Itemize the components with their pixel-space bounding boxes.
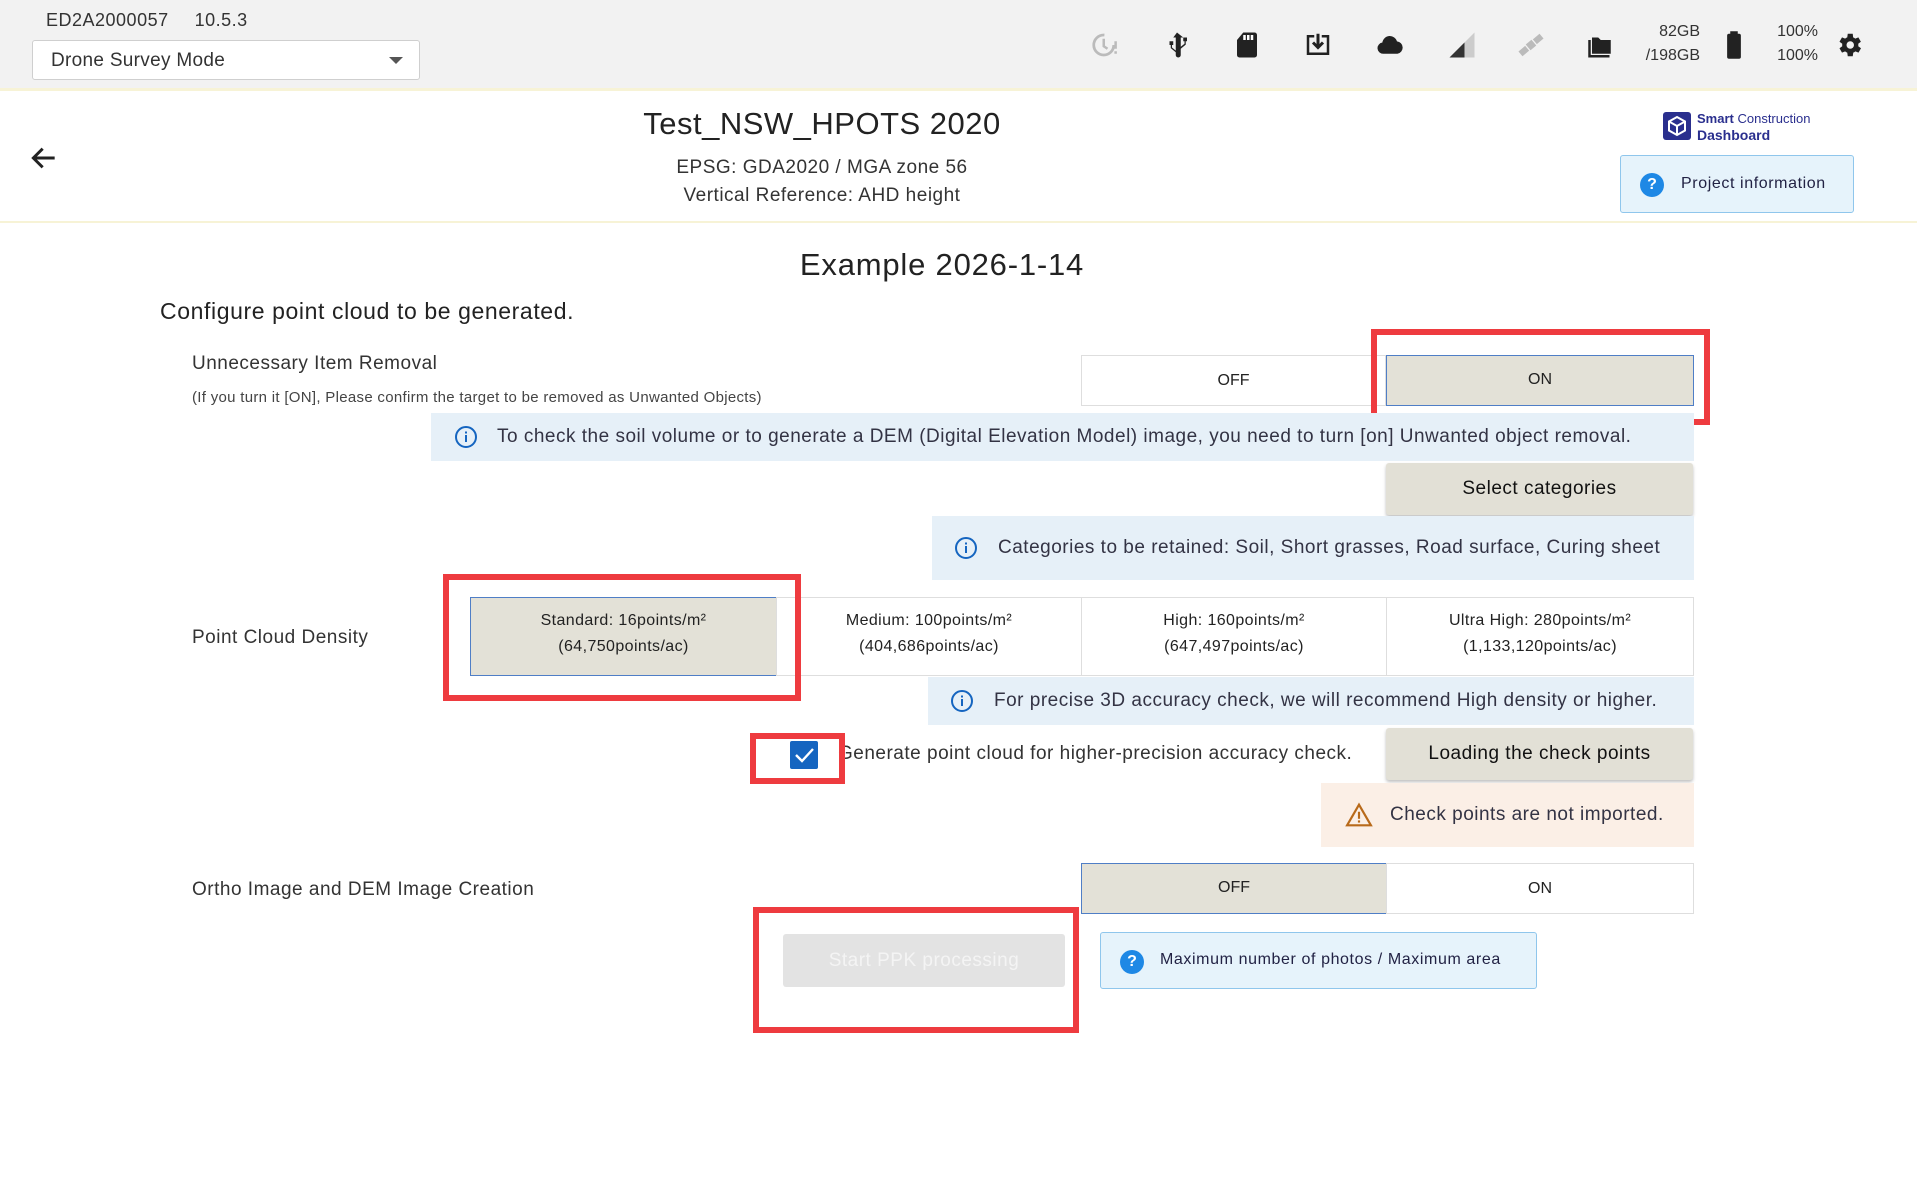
warning-icon — [1345, 802, 1373, 827]
density-info-bar: For precise 3D accuracy check, we will r… — [928, 677, 1694, 725]
accuracy-check-label: Generate point cloud for higher-precisio… — [838, 743, 1353, 764]
ortho-on-button[interactable]: ON — [1386, 863, 1694, 914]
item-removal-off-label: OFF — [1217, 372, 1250, 389]
categories-info-bar: Categories to be retained: Soil, Short g… — [932, 516, 1694, 580]
density-option-line1: Medium: 100points/m² — [845, 612, 1013, 629]
select-categories-button[interactable]: Select categories — [1386, 463, 1693, 515]
device-info: ED2A2000057 10.5.3 — [46, 10, 274, 31]
density-option-line2: (647,497points/ac) — [1164, 638, 1304, 655]
logo-line-1: Smart Construction — [1697, 111, 1810, 126]
download-icon[interactable] — [1301, 28, 1335, 62]
max-photos-info-button[interactable]: ? Maximum number of photos / Maximum are… — [1100, 932, 1537, 989]
density-option-medium[interactable]: Medium: 100points/m² (404,686points/ac) — [776, 597, 1082, 676]
ortho-dem-label: Ortho Image and DEM Image Creation — [192, 879, 535, 900]
smart-construction-logo: Smart Construction Dashboard — [1663, 110, 1823, 144]
battery-icon — [1717, 28, 1751, 62]
usb-icon — [1160, 28, 1194, 62]
storage-readout: 82GB /198GB — [1636, 20, 1700, 68]
project-vertical-reference: Vertical Reference: AHD height — [683, 185, 961, 206]
logo-smart: Smart — [1697, 111, 1734, 126]
device-serial: ED2A2000057 — [46, 10, 169, 30]
check-points-warning: Check points are not imported. — [1321, 783, 1694, 847]
density-option-ultra-high[interactable]: Ultra High: 280points/m² (1,133,120point… — [1386, 597, 1694, 676]
max-photos-info-label: Maximum number of photos / Maximum area — [1160, 951, 1501, 968]
highlight-box-accuracy-checkbox — [750, 733, 845, 784]
logo-line-2: Dashboard — [1697, 127, 1771, 143]
item-removal-label: Unnecessary Item Removal — [192, 353, 438, 374]
storage-total: /198GB — [1645, 47, 1700, 64]
item-removal-sublabel: (If you turn it [ON], Please confirm the… — [192, 389, 762, 406]
project-epsg: EPSG: GDA2020 / MGA zone 56 — [676, 157, 968, 178]
highlight-box-density-standard — [443, 574, 801, 701]
back-arrow-icon[interactable] — [28, 142, 60, 174]
mode-select-value: Drone Survey Mode — [51, 50, 226, 71]
density-option-high[interactable]: High: 160points/m² (647,497points/ac) — [1081, 597, 1387, 676]
storage-used: 82GB — [1659, 23, 1700, 40]
highlight-box-item-removal-on — [1371, 329, 1710, 425]
select-categories-label: Select categories — [1462, 478, 1617, 499]
highlight-box-start-ppk — [753, 907, 1079, 1033]
folder-icon[interactable] — [1585, 28, 1619, 62]
project-information-label: Project information — [1681, 175, 1826, 192]
gear-icon[interactable] — [1832, 28, 1866, 62]
project-information-button[interactable]: ? Project information — [1620, 155, 1854, 213]
density-option-line2: (1,133,120points/ac) — [1463, 638, 1617, 655]
dem-info-text: To check the soil volume or to generate … — [497, 426, 1632, 447]
cloud-icon — [1373, 28, 1407, 62]
battery-level-1: 100% — [1777, 23, 1818, 40]
ortho-on-label: ON — [1528, 880, 1552, 897]
info-icon — [951, 690, 973, 712]
page-title: Example 2026-1-14 — [799, 247, 1085, 282]
density-label: Point Cloud Density — [192, 627, 369, 648]
signal-icon — [1445, 28, 1479, 62]
battery-readout: 100% 100% — [1770, 20, 1818, 68]
density-option-line1: High: 160points/m² — [1163, 612, 1305, 629]
ortho-off-button[interactable]: OFF — [1081, 863, 1387, 914]
ortho-off-label: OFF — [1218, 879, 1250, 896]
chevron-down-icon — [389, 57, 403, 64]
logo-mark-icon — [1663, 112, 1691, 140]
question-icon: ? — [1120, 950, 1144, 974]
logo-construction: Construction — [1733, 111, 1811, 126]
sd-card-icon — [1230, 28, 1264, 62]
density-info-text: For precise 3D accuracy check, we will r… — [994, 690, 1658, 711]
info-icon — [955, 537, 977, 559]
project-title: Test_NSW_HPOTS 2020 — [643, 106, 1001, 141]
item-removal-off-button[interactable]: OFF — [1081, 355, 1386, 406]
config-description: Configure point cloud to be generated. — [160, 298, 575, 324]
question-icon: ? — [1640, 173, 1664, 197]
sync-alert-icon — [1088, 28, 1122, 62]
density-option-line2: (404,686points/ac) — [859, 638, 999, 655]
categories-info-text: Categories to be retained: Soil, Short g… — [998, 537, 1661, 558]
dem-info-bar: To check the soil volume or to generate … — [431, 413, 1694, 461]
load-check-points-label: Loading the check points — [1428, 743, 1651, 764]
battery-level-2: 100% — [1777, 47, 1818, 64]
density-option-line1: Ultra High: 280points/m² — [1448, 612, 1632, 629]
load-check-points-button[interactable]: Loading the check points — [1386, 728, 1693, 780]
satellite-icon — [1514, 28, 1548, 62]
check-points-warning-text: Check points are not imported. — [1390, 804, 1664, 825]
info-icon — [455, 426, 477, 448]
app-version: 10.5.3 — [194, 10, 248, 30]
mode-select[interactable]: Drone Survey Mode — [32, 40, 420, 80]
